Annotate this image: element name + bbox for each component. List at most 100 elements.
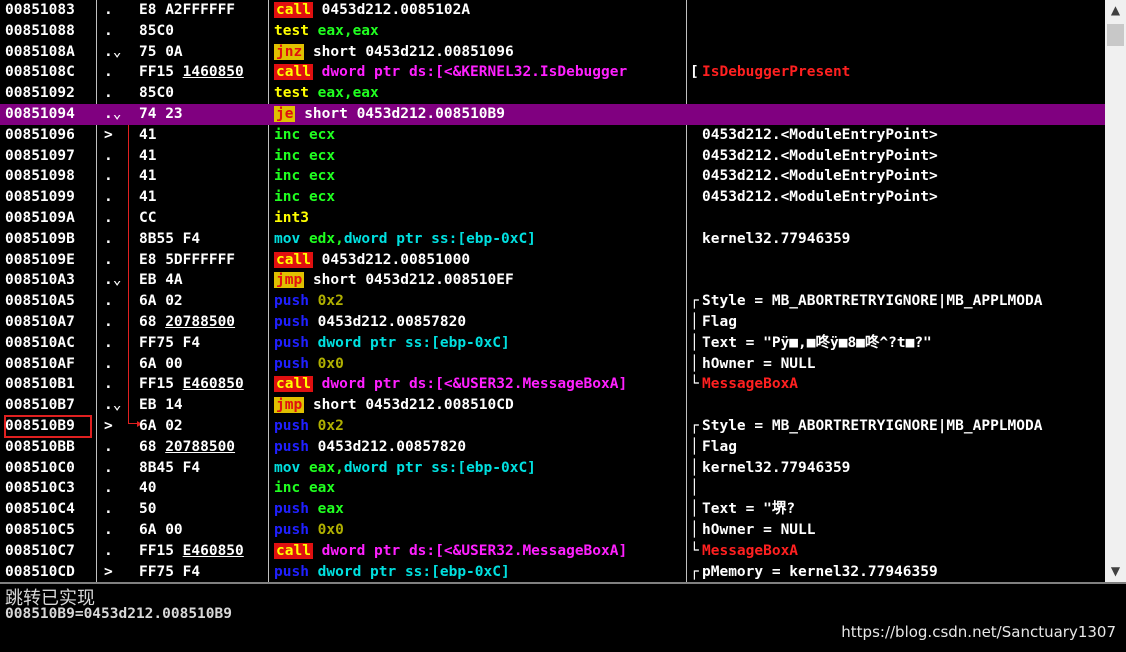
hex-bytes-cell: FF75 F4	[139, 333, 267, 354]
address-cell: 008510A3	[5, 272, 75, 289]
disasm-row[interactable]: 008510B1. FF15 E460850 call dword ptr ds:[…	[0, 374, 1105, 395]
mnemonic: push	[274, 293, 309, 310]
instruction-cell: mov eax,dword ptr ss:[ebp-0xC]	[274, 458, 686, 479]
disasm-row[interactable]: 008510C5. 6A 00 push 0x0 │ hOwner = NULL	[0, 520, 1105, 541]
hex-bytes: 41	[139, 189, 157, 206]
disasm-row[interactable]: 00851099. 41 inc ecx 0453d212.<ModuleEntryP…	[0, 187, 1105, 208]
disasm-row[interactable]: 00851094 .⌄ 74 23 je short 0453d212.008510B…	[0, 104, 1105, 125]
hex-bytes-cell: 50	[139, 499, 267, 520]
disasm-row[interactable]: 008510C0. 8B45 F4 mov eax,dword ptr ss:[eb…	[0, 458, 1105, 479]
disasm-row[interactable]: 008510B7 .⌄ EB 14 jmp short 0453d212.008510…	[0, 395, 1105, 416]
disasm-row[interactable]: 008510AF. 6A 00 push 0x0 │ hOwner = NULL	[0, 354, 1105, 375]
address-cell: 00851097	[5, 147, 75, 164]
hex-bytes-cell: 75 0A	[139, 42, 267, 63]
hex-bytes: 6A 00	[139, 355, 183, 372]
mnemonic: inc	[274, 126, 301, 143]
operand: ecx	[308, 147, 336, 164]
hex-bytes: 68	[139, 438, 157, 455]
operand: 0x2	[317, 418, 344, 434]
instruction-cell: inc eax	[274, 478, 686, 499]
hex-bytes-cell: CC	[139, 208, 267, 229]
hex-bytes: 41	[139, 126, 157, 143]
hex-bytes-cell: FF75 F4	[139, 562, 267, 582]
disasm-row[interactable]: 0085109A. CC int3	[0, 208, 1105, 229]
disasm-row[interactable]: 008510A5. 6A 02 push 0x2 ┌ Style = MB_ABORTR…	[0, 291, 1105, 312]
hex-bytes-cell: 85C0	[139, 21, 267, 42]
disasm-row[interactable]: 008510C4. 50 push eax │ Text = "堺?	[0, 499, 1105, 520]
disasm-row[interactable]: 008510A3 .⌄ EB 4A jmp short 0453d212.008510…	[0, 270, 1105, 291]
operand: 0453d212.00857820	[317, 438, 467, 455]
scroll-up-icon[interactable]: ▲	[1105, 0, 1126, 21]
hex-bytes: 8B45 F4	[139, 459, 201, 476]
hex-bytes: 75 0A	[139, 43, 183, 60]
flow-marker: .	[104, 459, 113, 476]
instruction-cell: push dword ptr ss:[ebp-0xC]	[274, 562, 686, 582]
comment-cell	[690, 21, 1105, 42]
call-bracket: └	[690, 376, 699, 393]
address-cell: 008510B9	[4, 415, 92, 438]
mnemonic: je	[274, 106, 296, 122]
hex-bytes-cell: 6A 00	[139, 354, 267, 375]
vertical-scrollbar[interactable]: ▲ ▼	[1105, 0, 1126, 582]
disasm-row[interactable]: 008510CD > FF75 F4 push dword ptr ss:[ebp-0…	[0, 562, 1105, 582]
comment-cell: │ Flag	[690, 437, 1105, 458]
disasm-row[interactable]: 00851092. 85C0 test eax,eax	[0, 83, 1105, 104]
comment-text: 0453d212.<ModuleEntryPoint>	[702, 126, 938, 143]
mnemonic: inc	[274, 147, 301, 164]
hex-bytes: 40	[139, 480, 157, 497]
comment-text: Style = MB_ABORTRETRYIGNORE|MB_APPLMODA	[702, 293, 1043, 310]
mnemonic: call	[274, 2, 313, 18]
hex-bytes-cell: 8B45 F4	[139, 458, 267, 479]
call-bracket: │	[690, 480, 699, 497]
instruction-cell: jnz short 0453d212.00851096	[274, 42, 686, 63]
instruction-cell: test eax,eax	[274, 21, 686, 42]
flow-marker: .	[104, 376, 113, 393]
call-bracket: ┌	[690, 563, 699, 580]
comment-cell	[690, 270, 1105, 291]
comment-cell	[690, 395, 1105, 416]
disasm-row[interactable]: 0085109E. E8 5DFFFFFF call 0453d212.008510…	[0, 250, 1105, 271]
disasm-row[interactable]: 00851088. 85C0 test eax,eax	[0, 21, 1105, 42]
comment-cell: │	[690, 478, 1105, 499]
mnemonic: push	[274, 314, 309, 330]
disasm-row[interactable]: 0085108C. FF15 1460850 call dword ptr ds:[…	[0, 62, 1105, 83]
flow-marker: .	[104, 147, 113, 164]
operand: dword ptr ds:[<&KERNEL32.IsDebugger	[321, 64, 628, 81]
address-cell: 008510A7	[5, 314, 75, 330]
disasm-row[interactable]: 008510AC. FF75 F4 push dword ptr ss:[ebp-0…	[0, 333, 1105, 354]
disasm-row[interactable]: 008510C7. FF15 E460850 call dword ptr ds:[…	[0, 541, 1105, 562]
operand: edx,	[308, 230, 344, 247]
hex-bytes: FF15	[139, 542, 174, 559]
disasm-row[interactable]: 008510B9 >6A 02 push 0x2 ┌ Style = MB_ABORTR…	[0, 415, 1105, 438]
disasm-row[interactable]: 008510C3. 40 inc eax │	[0, 478, 1105, 499]
disasm-row[interactable]: 008510A7. 68 20788500 push 0453d212.008578…	[0, 312, 1105, 333]
scroll-thumb[interactable]	[1107, 24, 1124, 46]
disasm-row[interactable]: 00851083. E8 A2FFFFFF call 0453d212.008510…	[0, 0, 1105, 21]
comment-cell: [IsDebuggerPresent	[690, 62, 1105, 83]
disasm-row[interactable]: 00851098. 41 inc ecx 0453d212.<ModuleEntryP…	[0, 166, 1105, 187]
hex-bytes-cell: FF15 1460850	[139, 62, 267, 83]
flow-marker: .	[104, 85, 113, 102]
comment-text: MessageBoxA	[702, 376, 799, 393]
hex-bytes-cell: FF15 E460850	[139, 374, 267, 395]
hex-bytes: 68	[139, 314, 157, 330]
instruction-cell: jmp short 0453d212.008510CD	[274, 395, 686, 416]
hex-bytes: EB 14	[139, 397, 183, 414]
disasm-row[interactable]: 00851097. 41 inc ecx 0453d212.<ModuleEntryP…	[0, 146, 1105, 167]
instruction-cell: je short 0453d212.008510B9	[274, 104, 686, 125]
disasm-row[interactable]: 0085108A .⌄ 75 0A jnz short 0453d212.008510…	[0, 42, 1105, 63]
address-cell: 00851096	[5, 126, 75, 143]
hex-bytes-cell: E8 5DFFFFFF	[139, 250, 267, 271]
disasm-row[interactable]: 008510BB. 68 20788500 push 0453d212.008578…	[0, 437, 1105, 458]
operand: dword ptr ss:[ebp-0xC]	[317, 563, 510, 580]
hex-bytes: E8 5DFFFFFF	[139, 251, 236, 268]
instruction-cell: push eax	[274, 499, 686, 520]
scroll-down-icon[interactable]: ▼	[1105, 561, 1126, 582]
flow-marker: >	[104, 126, 113, 143]
call-bracket: ┌	[690, 293, 699, 310]
disasm-row[interactable]: 00851096 >41 inc ecx 0453d212.<ModuleEntryP…	[0, 125, 1105, 146]
disassembly-pane[interactable]: 00851083. E8 A2FFFFFF call 0453d212.008510…	[0, 0, 1105, 582]
instruction-cell: push dword ptr ss:[ebp-0xC]	[274, 333, 686, 354]
disasm-row[interactable]: 0085109B. 8B55 F4 mov edx,dword ptr ss:[eb…	[0, 229, 1105, 250]
instruction-cell: call dword ptr ds:[<&KERNEL32.IsDebugger	[274, 62, 686, 83]
